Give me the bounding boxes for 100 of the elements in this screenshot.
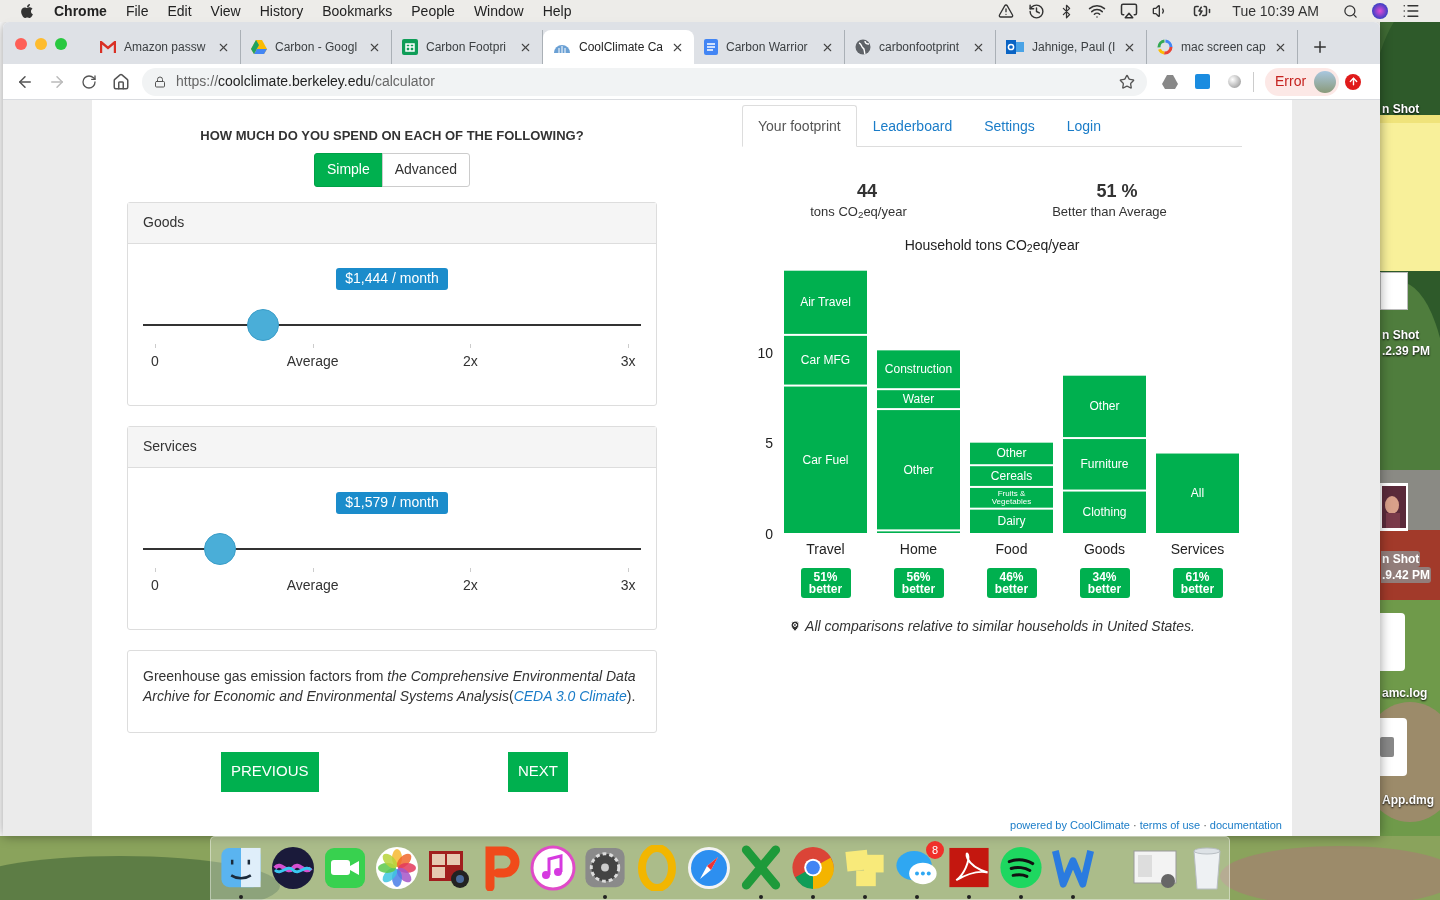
tick-label: 2x: [462, 351, 478, 371]
airplay-icon[interactable]: [1120, 2, 1139, 20]
segment-label: Other: [996, 445, 1027, 460]
stat-value: 44: [857, 180, 877, 202]
segment-label: Other: [1089, 398, 1120, 413]
new-tab-icon[interactable]: [1311, 38, 1329, 56]
compass-icon[interactable]: [686, 845, 732, 891]
panel-title: Services: [143, 437, 197, 456]
spreadsheet-icon: [402, 39, 418, 55]
tick-label: Average: [286, 575, 339, 595]
music-note-icon[interactable]: [530, 845, 576, 891]
stat-label: tons CO$_{2}$eq/year: [810, 203, 907, 222]
menu-item[interactable]: People: [411, 0, 455, 22]
tick-label: 3x: [620, 575, 636, 595]
source-note: Greenhouse gas emission factors from the Comprehensive Environmental Data Archive for Economic and Environmental Systems Analysis(CEDA 3.0 Climate).: [143, 666, 637, 706]
menu-item[interactable]: Window: [473, 0, 524, 22]
triangle-icon[interactable]: [1162, 74, 1178, 89]
tick-label: 3x: [620, 351, 636, 371]
panel-title: Goods: [143, 213, 185, 232]
history-icon[interactable]: [1028, 2, 1046, 20]
segment-label: Furniture: [1080, 456, 1129, 471]
bookmark-star-icon[interactable]: [1119, 73, 1135, 90]
warning-icon[interactable]: [998, 3, 1015, 19]
clock-text[interactable]: Tue 10:39 AM: [1232, 0, 1319, 22]
menu-item[interactable]: Bookmarks: [322, 0, 393, 22]
segment-label: Water: [902, 391, 935, 406]
segment-label: Cereals: [990, 468, 1033, 483]
mail-icon: [100, 41, 116, 53]
apple-icon[interactable]: [19, 3, 35, 19]
reload-icon[interactable]: [81, 73, 97, 90]
category-label: Home: [899, 540, 938, 557]
browser-tab[interactable]: CoolClimate Ca: [543, 30, 694, 64]
tick-label: 0: [151, 351, 159, 371]
comparison-badge: 46% better: [986, 567, 1037, 598]
tab-title: Jahnige, Paul (I: [1032, 39, 1115, 56]
document-icon: [704, 39, 718, 55]
sound-waves-icon[interactable]: [998, 845, 1044, 891]
comparison-badge: 61% better: [1172, 567, 1223, 598]
list-icon[interactable]: [1402, 2, 1420, 20]
orb-icon[interactable]: [1372, 3, 1388, 19]
avatar-icon: [1314, 70, 1337, 93]
value-label: $1,579 / month: [336, 491, 448, 514]
tab-title: carbonfootprint: [879, 39, 961, 56]
envelope-icon: [1006, 39, 1024, 55]
stat-label: Better than Average: [1052, 203, 1167, 221]
slider-thumb[interactable]: [246, 308, 279, 341]
tab-title: Carbon Footpri: [426, 39, 508, 56]
tab-title: mac screen cap: [1181, 39, 1266, 56]
footer-link[interactable]: documentation: [1209, 816, 1282, 833]
footer-link[interactable]: terms of use: [1139, 816, 1201, 833]
menu-item[interactable]: Help: [542, 0, 572, 22]
menu-item[interactable]: View: [210, 0, 241, 22]
update-icon[interactable]: [1345, 73, 1362, 90]
axis-tick-label: 5: [765, 435, 773, 451]
footer-link[interactable]: powered by CoolClimate: [1010, 816, 1130, 833]
menu-item[interactable]: File: [125, 0, 149, 22]
home-icon[interactable]: [112, 72, 130, 91]
tab-title: Amazon passw: [124, 39, 207, 56]
menu-item[interactable]: Chrome: [54, 0, 107, 22]
segment-label: Car Fuel: [802, 452, 849, 467]
segment-label: Air Travel: [800, 294, 851, 309]
category-label: Goods: [1083, 540, 1126, 557]
results-tab[interactable]: Leaderboard: [856, 105, 969, 147]
menu-item[interactable]: Edit: [167, 0, 192, 22]
results-tab[interactable]: Your footprint: [742, 105, 857, 147]
search-icon[interactable]: [1343, 3, 1358, 19]
segment-label: Construction: [884, 361, 953, 376]
flower-icon[interactable]: [374, 845, 420, 891]
slider-thumb[interactable]: [204, 532, 237, 565]
tick-label: 2x: [462, 575, 478, 595]
section-heading: HOW MUCH DO YOU SPEND ON EACH OF THE FOLLOWING?: [200, 127, 584, 145]
profile-error-button[interactable]: Error: [1265, 67, 1340, 96]
chart-title: Household tons CO$_{2}$eq/year: [904, 235, 1080, 256]
lock-icon: [154, 75, 166, 88]
comparison-note: All comparisons relative to similar households in United States.: [805, 616, 1195, 636]
address-field[interactable]: https://coolclimate.berkeley.edu/calculator: [142, 67, 1147, 96]
comparison-badge: 56% better: [893, 567, 944, 598]
ring-icon: [1157, 39, 1173, 55]
globe-icon: [855, 39, 871, 55]
url-text: https://coolclimate.berkeley.edu/calculator: [176, 72, 435, 91]
results-tab[interactable]: Login: [1050, 105, 1118, 147]
segment-label: Clothing: [1082, 504, 1127, 519]
axis-tick-label: 0: [765, 525, 773, 542]
map-pin-icon: [789, 619, 802, 633]
triangle-icon: [251, 40, 267, 54]
stat-value: 51 %: [1096, 180, 1138, 202]
wheel-icon[interactable]: [790, 845, 836, 891]
wifi-icon[interactable]: [1088, 2, 1107, 20]
menu-item[interactable]: History: [259, 0, 304, 22]
value-label: $1,444 / month: [336, 267, 448, 290]
orb-icon[interactable]: [270, 845, 316, 891]
mode-toggle[interactable]: Advanced: [381, 152, 471, 187]
source-link[interactable]: CEDA 3.0 Climate: [513, 687, 627, 704]
segment-label: Other: [903, 462, 934, 477]
tick-label: 0: [151, 575, 159, 595]
separator-dot: ·: [1132, 817, 1137, 833]
comparison-badge: 34% better: [1079, 567, 1130, 598]
results-tab[interactable]: Settings: [968, 105, 1051, 147]
segment-label: Fruits & Vegetables: [991, 488, 1032, 506]
tab-title: Carbon Warrior: [726, 39, 809, 56]
